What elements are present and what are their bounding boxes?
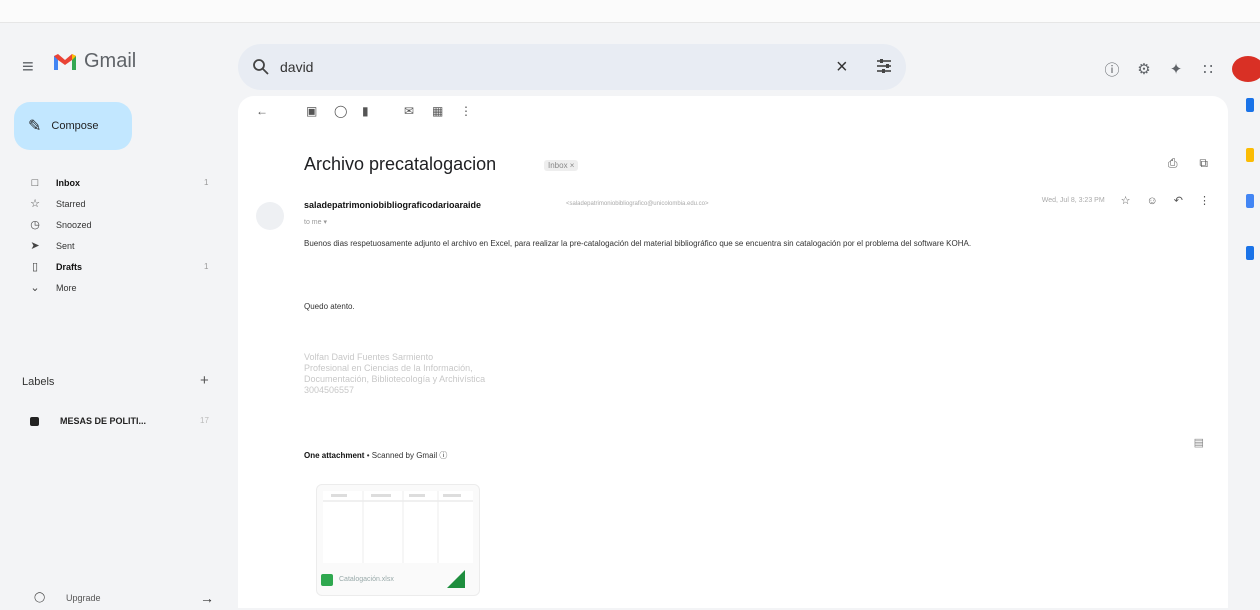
sidebar-item-label: Snoozed <box>56 219 92 230</box>
email-signature: Volfan David Fuentes Sarmiento Profesion… <box>304 352 485 396</box>
search-options-icon[interactable] <box>874 56 894 76</box>
gmail-logo[interactable]: Gmail <box>52 50 136 73</box>
pencil-icon: ✎ <box>28 118 42 135</box>
avatar[interactable] <box>1232 56 1260 82</box>
label-icon <box>30 417 39 426</box>
print-icon[interactable]: ⎙ <box>1168 156 1178 171</box>
email-closing: Quedo atento. <box>304 302 355 311</box>
label-count: 17 <box>200 416 209 425</box>
attachment-name: Catalogación.xlsx <box>339 576 394 583</box>
draft-icon: ▯ <box>31 261 39 273</box>
clock-icon: ◷ <box>30 219 40 231</box>
attachment-card[interactable]: Catalogación.xlsx <box>316 484 480 596</box>
sidebar-item-label: Drafts <box>56 261 83 272</box>
storage-icon: ◯ <box>34 592 46 603</box>
sidebar: ✎ Compose □ Inbox 1 ☆ Starred ◷ Snoozed … <box>0 96 238 608</box>
star-icon: ☆ <box>30 198 40 210</box>
signature-line: Documentación, Bibliotecología y Archiví… <box>304 374 486 384</box>
spreadsheet-preview <box>323 491 473 563</box>
sender-avatar <box>256 202 284 230</box>
email-view: ← ▣ ◯ ▮ ✉ ▦ ⋮ Archivo precatalogacion In… <box>238 96 1228 608</box>
sidebar-item-label: Inbox <box>56 177 80 188</box>
excel-file-icon <box>321 574 333 586</box>
nav-list: □ Inbox 1 ☆ Starred ◷ Snoozed ➤ Sent ▯ D… <box>0 172 238 298</box>
add-label-icon[interactable]: + <box>200 372 209 389</box>
sidebar-item-count: 1 <box>204 262 209 271</box>
calendar-icon[interactable] <box>1246 98 1254 112</box>
emoji-icon[interactable]: ☺ <box>1147 195 1158 207</box>
contacts-icon[interactable] <box>1246 246 1254 260</box>
reply-icon[interactable]: ↶ <box>1174 194 1183 207</box>
email-subject: Archivo precatalogacion <box>304 154 497 174</box>
inbox-icon: □ <box>31 176 39 189</box>
email-body: Buenos dias respetuosamente adjunto el a… <box>304 239 972 248</box>
help-icon[interactable]: ⓘ <box>1096 59 1128 80</box>
more-vert-icon[interactable]: ⋮ <box>1199 194 1210 207</box>
sidebar-item-label: More <box>56 282 77 293</box>
sidebar-item-starred[interactable]: ☆ Starred <box>0 193 238 214</box>
more-vert-icon[interactable]: ⋮ <box>460 104 472 118</box>
sender-name[interactable]: saladepatrimoniobibliograficodarioaraide <box>304 200 481 210</box>
chevron-down-icon: ⌄ <box>30 282 40 294</box>
labels-heading: Labels <box>22 376 55 388</box>
search-bar[interactable]: × <box>238 44 906 90</box>
browser-top-strip <box>0 0 1260 23</box>
gemini-icon[interactable]: ✦ <box>1160 60 1192 78</box>
arrow-right-icon[interactable]: → <box>200 590 214 606</box>
scanned-by-gmail: • Scanned by Gmail ⓘ <box>366 451 448 460</box>
sidebar-item-label: Starred <box>56 198 86 209</box>
sidebar-item-inbox[interactable]: □ Inbox 1 <box>0 172 238 193</box>
clear-search-icon[interactable]: × <box>836 56 848 79</box>
mark-unread-icon[interactable]: ✉ <box>404 104 414 118</box>
signature-line: Profesional en Ciencias de la Informació… <box>304 363 473 373</box>
email-toolbar: ← ▣ ◯ ▮ ✉ ▦ ⋮ <box>238 96 1228 132</box>
message-meta: Wed, Jul 8, 3:23 PM ☆ ☺ ↶ ⋮ <box>1041 194 1210 208</box>
label-item[interactable]: MESAS DE POLITI... 17 <box>0 412 238 432</box>
app-name: Gmail <box>84 50 137 72</box>
header: ≡ Gmail × ⓘ ⚙ ✦ ∷ <box>0 22 1260 96</box>
attachment-heading: One attachment • Scanned by Gmail ⓘ <box>304 450 447 461</box>
delete-icon[interactable]: ▮ <box>362 104 369 118</box>
inbox-label-chip[interactable]: Inbox × <box>544 160 579 171</box>
message-date: Wed, Jul 8, 3:23 PM <box>1041 197 1105 204</box>
sidebar-item-sent[interactable]: ➤ Sent <box>0 235 238 256</box>
search-icon[interactable] <box>252 58 270 76</box>
sidebar-item-count: 1 <box>204 178 209 187</box>
compose-label: Compose <box>51 120 99 132</box>
subject-actions: ⎙ ⧉ <box>1168 156 1208 171</box>
back-arrow-icon[interactable]: ← <box>256 104 268 118</box>
apps-grid-icon[interactable]: ∷ <box>1192 60 1224 78</box>
signature-line: Volfan David Fuentes Sarmiento <box>304 352 434 362</box>
search-input[interactable] <box>278 58 802 76</box>
gmail-m-icon <box>52 52 78 72</box>
sidebar-item-label: Sent <box>56 240 75 251</box>
keep-icon[interactable] <box>1246 148 1254 162</box>
open-new-window-icon[interactable]: ⧉ <box>1199 156 1208 171</box>
compose-button[interactable]: ✎ Compose <box>14 102 132 150</box>
signature-line: 3004506557 <box>304 385 355 395</box>
upgrade-row[interactable]: ◯ Upgrade → <box>0 590 238 610</box>
side-panel-toggle-icon[interactable]: ▤ <box>1194 436 1204 449</box>
label-name: MESAS DE POLITI... <box>60 416 147 426</box>
star-icon[interactable]: ☆ <box>1121 194 1131 207</box>
attachment-count: One attachment <box>304 451 365 460</box>
right-side-panel <box>1228 96 1260 608</box>
sheets-corner-icon <box>447 570 465 588</box>
report-spam-icon[interactable]: ◯ <box>334 104 347 118</box>
sidebar-item-more[interactable]: ⌄ More <box>0 277 238 298</box>
settings-icon[interactable]: ⚙ <box>1128 60 1160 78</box>
menu-icon[interactable]: ≡ <box>22 56 34 79</box>
attachment-footer: Catalogación.xlsx <box>317 567 479 595</box>
header-actions: ⓘ ⚙ ✦ ∷ <box>1096 56 1260 82</box>
send-icon: ➤ <box>30 240 40 252</box>
tasks-icon[interactable] <box>1246 194 1254 208</box>
sidebar-item-drafts[interactable]: ▯ Drafts 1 <box>0 256 238 277</box>
snooze-icon[interactable]: ▦ <box>432 104 443 118</box>
sidebar-item-snoozed[interactable]: ◷ Snoozed <box>0 214 238 235</box>
archive-icon[interactable]: ▣ <box>306 104 317 118</box>
sender-address: <saladepatrimoniobibliografico@unicolomb… <box>566 201 709 207</box>
upgrade-label: Upgrade <box>66 593 101 603</box>
recipient-details[interactable]: to me ▾ <box>304 218 327 226</box>
